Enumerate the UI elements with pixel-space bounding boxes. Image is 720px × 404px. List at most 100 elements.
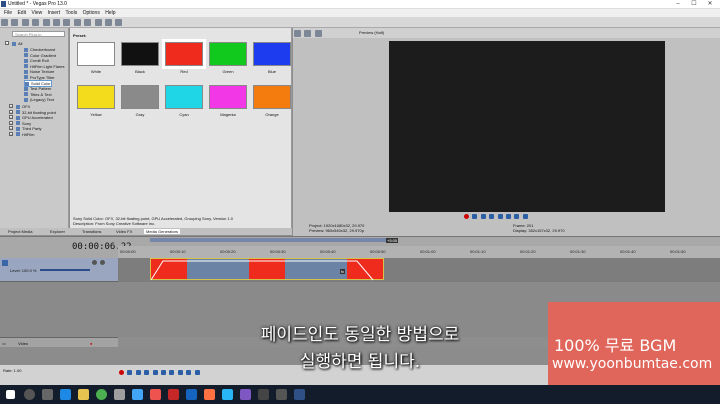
copy-icon[interactable]: [63, 19, 71, 26]
swatch-white[interactable]: [77, 42, 115, 66]
menu-options[interactable]: Options: [83, 9, 100, 17]
swatch-magenta[interactable]: [209, 85, 247, 109]
stop-icon[interactable]: [505, 214, 511, 219]
swatch-orange[interactable]: [253, 85, 291, 109]
swatch-red[interactable]: [162, 39, 206, 69]
chrome-icon[interactable]: [96, 389, 107, 400]
tree-item[interactable]: (Legacy) Text: [24, 97, 54, 102]
prev-frame-icon[interactable]: [514, 214, 520, 219]
loop-region-marker[interactable]: +5:05: [386, 238, 399, 243]
tree-item[interactable]: Titles & Text: [24, 92, 52, 97]
tree-group[interactable]: + OFX: [9, 104, 30, 109]
record-icon[interactable]: [464, 214, 469, 219]
render-icon[interactable]: [42, 19, 50, 26]
snap-icon[interactable]: [104, 19, 112, 26]
undo-icon[interactable]: [84, 19, 92, 26]
solid-color-clip[interactable]: [150, 258, 384, 281]
paste-icon[interactable]: [73, 19, 81, 26]
plugin-search-input[interactable]: Search Plug-In: [12, 31, 65, 37]
tab-transitions[interactable]: Transitions: [82, 229, 101, 234]
maximize-icon[interactable]: ☐: [688, 0, 700, 9]
preview-quality-dropdown[interactable]: Preview (Half): [359, 30, 384, 35]
app-icon[interactable]: [150, 389, 161, 400]
clip-fx-icon[interactable]: fx: [340, 269, 346, 274]
next-frame-icon[interactable]: [522, 214, 528, 219]
acrobat-icon[interactable]: [168, 389, 179, 400]
fx-icon[interactable]: [304, 30, 312, 37]
search-icon[interactable]: [24, 389, 35, 400]
redo-icon[interactable]: [94, 19, 102, 26]
tree-item[interactable]: Color Gradient: [24, 53, 56, 58]
ruler-tick-label: 00:01:10: [470, 249, 486, 254]
open-icon[interactable]: [11, 19, 19, 26]
menu-edit[interactable]: Edit: [17, 9, 26, 17]
swatch-cyan[interactable]: [165, 85, 203, 109]
vegas-icon[interactable]: [294, 389, 305, 400]
minimize-icon[interactable]: –: [672, 0, 684, 9]
properties-icon[interactable]: [32, 19, 40, 26]
tab-project-media[interactable]: Project Media: [8, 229, 32, 234]
title-bar: Untitled * - Vegas Pro 13.0 – ☐ ✕: [0, 0, 720, 9]
tree-group[interactable]: + Sony: [9, 120, 31, 126]
menu-tools[interactable]: Tools: [66, 9, 78, 17]
play-from-start-icon[interactable]: [480, 214, 486, 219]
app-icon[interactable]: [114, 389, 125, 400]
tree-item[interactable]: Test Pattern: [24, 86, 51, 91]
play-icon[interactable]: [144, 370, 150, 375]
edge-icon[interactable]: [60, 389, 71, 400]
tree-item[interactable]: Checkerboard: [24, 47, 55, 52]
record-icon[interactable]: [119, 370, 124, 375]
app-icon[interactable]: [258, 389, 269, 400]
tree-group[interactable]: + GPU Accelerated: [9, 115, 53, 120]
explorer-icon[interactable]: [78, 389, 89, 400]
tree-group[interactable]: +32-bit floating point: [9, 109, 56, 115]
folder-icon: [16, 104, 20, 109]
cut-icon[interactable]: [52, 19, 60, 26]
tab-explorer[interactable]: Explorer: [50, 229, 65, 234]
tab-video-fx[interactable]: Video FX: [116, 229, 132, 234]
play-from-start-icon[interactable]: [135, 370, 141, 375]
loop-icon[interactable]: [127, 370, 133, 375]
tree-item[interactable]: Credit Roll: [24, 58, 49, 63]
menu-help[interactable]: Help: [105, 9, 115, 17]
swatch-black[interactable]: [121, 42, 159, 66]
start-icon[interactable]: [6, 390, 15, 399]
menu-view[interactable]: View: [31, 9, 42, 17]
tab-media-generators[interactable]: Media Generators: [144, 229, 181, 234]
app-icon[interactable]: [222, 389, 233, 400]
app-icon[interactable]: [240, 389, 251, 400]
app-icon[interactable]: [204, 389, 215, 400]
tree-item[interactable]: Noise Texture: [24, 69, 54, 74]
swatch-label: White: [90, 69, 102, 74]
tree-root[interactable]: - All: [5, 41, 22, 46]
level-slider[interactable]: [40, 269, 90, 271]
task-view-icon[interactable]: [42, 389, 53, 400]
swatch-yellow[interactable]: [77, 85, 115, 109]
new-file-icon[interactable]: [1, 19, 8, 26]
menu-insert[interactable]: Insert: [48, 9, 61, 17]
solo-icon[interactable]: [100, 260, 105, 265]
close-icon[interactable]: ✕: [704, 0, 716, 9]
tree-item[interactable]: ProType Titler: [24, 75, 55, 80]
swatch-green[interactable]: [209, 42, 247, 66]
split-icon[interactable]: [314, 30, 322, 37]
app-icon[interactable]: [132, 389, 143, 400]
play-icon[interactable]: [489, 214, 495, 219]
time-ruler[interactable]: 00:00:00 00:00:10 00:00:20 00:00:30 00:00:40…: [118, 246, 720, 258]
settings-icon[interactable]: [294, 30, 301, 37]
save-icon[interactable]: [21, 19, 29, 26]
swatch-gray[interactable]: [121, 85, 159, 109]
tree-group[interactable]: + HitFilm: [9, 131, 34, 137]
menu-file[interactable]: File: [4, 9, 12, 17]
video-bus-fx-icon[interactable]: ●: [90, 341, 92, 346]
tree-group[interactable]: + Third Party: [9, 126, 42, 131]
swatch-blue[interactable]: [253, 42, 291, 66]
pause-icon[interactable]: [497, 214, 503, 219]
loop-region-bar[interactable]: [150, 238, 386, 242]
lock-icon[interactable]: [115, 19, 123, 26]
app-icon[interactable]: [186, 389, 197, 400]
mute-icon[interactable]: [92, 260, 97, 265]
app-icon[interactable]: [276, 389, 287, 400]
tree-item[interactable]: HitFilm Light Flares: [24, 64, 64, 69]
loop-icon[interactable]: [472, 214, 478, 219]
